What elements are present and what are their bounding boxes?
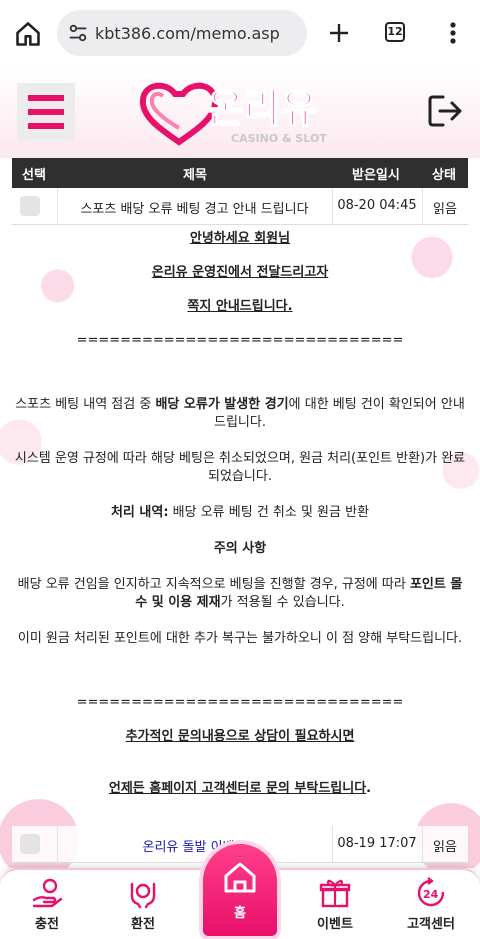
table-row[interactable]: 스포츠 배당 오류 베팅 경고 안내 드립니다 08-20 04:45 읽음 bbox=[12, 188, 468, 225]
nav-label: 고객센터 bbox=[407, 917, 455, 932]
divider-bottom: ============================== bbox=[76, 695, 404, 710]
select-checkbox[interactable] bbox=[20, 196, 40, 216]
memo-panel: 선택 제목 받은일시 상태 스포츠 배당 오류 베팅 경고 안내 드립니다 08… bbox=[0, 158, 480, 868]
col-received: 받은일시 bbox=[352, 168, 400, 183]
intro-line: 온리유 운영진에서 전달드리고자 bbox=[151, 265, 329, 280]
memo-subject[interactable]: 스포츠 배당 오류 베팅 경고 안내 드립니다 bbox=[57, 198, 332, 217]
more-vert-icon[interactable] bbox=[446, 20, 460, 46]
logo-subtext: CASINO & SLOT bbox=[231, 132, 327, 145]
menu-icon[interactable] bbox=[17, 83, 75, 141]
logout-icon[interactable] bbox=[425, 91, 465, 131]
memo-subject[interactable]: 온리유 돌발 이벤트 bbox=[57, 836, 332, 855]
logo-wordmark: 온리유 bbox=[207, 86, 317, 132]
caution-title: 주의 사항 bbox=[213, 541, 267, 556]
url-text[interactable]: kbt386.com/memo.asp bbox=[95, 24, 280, 43]
tune-icon[interactable] bbox=[67, 22, 89, 44]
home-icon bbox=[224, 862, 256, 893]
select-checkbox[interactable] bbox=[20, 834, 40, 854]
col-status: 상태 bbox=[432, 168, 456, 183]
paragraph-3: 처리 내역: 배당 오류 베팅 건 취소 및 원금 반환 bbox=[110, 505, 370, 520]
memo-body: 안녕하세요 회원님 온리유 운영진에서 전달드리고자 쪽지 안내드립니다. ==… bbox=[14, 230, 466, 798]
deposit-icon bbox=[32, 878, 63, 908]
paragraph-2: 시스템 운영 규정에 따라 해당 베팅은 취소되었으며, 원금 처리(포인트 반… bbox=[14, 451, 466, 484]
contact-line-2: 언제든 홈페이지 고객센터로 문의 부탁드립니다. bbox=[108, 781, 372, 796]
nav-events[interactable]: 이벤트 bbox=[300, 876, 370, 932]
paragraph-4: 배당 오류 건임을 인지하고 지속적으로 베팅을 진행할 경우, 규정에 따라 … bbox=[17, 577, 463, 610]
nav-label: 홈 bbox=[234, 906, 246, 921]
address-bar[interactable]: kbt386.com/memo.asp bbox=[57, 10, 307, 56]
memo-date: 08-20 04:45 bbox=[337, 198, 417, 213]
brand-logo[interactable]: 온리유 CASINO & SLOT bbox=[135, 74, 347, 152]
nav-label: 충전 bbox=[35, 917, 59, 932]
nav-home[interactable]: 홈 bbox=[203, 844, 277, 936]
nav-label: 환전 bbox=[131, 917, 155, 932]
memo-date: 08-19 17:07 bbox=[337, 836, 417, 851]
paragraph-1: 스포츠 베팅 내역 점검 중 배당 오류가 발생한 경기에 대한 베팅 건이 확… bbox=[15, 397, 465, 430]
browser-toolbar: kbt386.com/memo.asp 12 bbox=[0, 0, 480, 66]
nav-label: 이벤트 bbox=[317, 917, 353, 932]
support-24-icon: 24 bbox=[417, 877, 445, 907]
divider-top: ============================== bbox=[76, 333, 404, 348]
paragraph-5: 이미 원금 처리된 포인트에 대한 추가 복구는 불가하오니 이 점 양해 부탁… bbox=[17, 631, 463, 646]
tabs-icon[interactable]: 12 bbox=[385, 22, 405, 42]
table-header: 선택 제목 받은일시 상태 bbox=[12, 158, 468, 188]
home-icon[interactable] bbox=[14, 20, 42, 48]
nav-support[interactable]: 24 고객센터 bbox=[396, 876, 466, 932]
memo-status: 읽음 bbox=[433, 840, 457, 855]
nav-deposit[interactable]: 충전 bbox=[12, 876, 82, 932]
intro-line-2: 쪽지 안내드립니다. bbox=[187, 299, 293, 314]
site-header: 온리유 CASINO & SLOT bbox=[0, 66, 480, 159]
memo-status: 읽음 bbox=[433, 202, 457, 217]
col-subject: 제목 bbox=[183, 168, 207, 183]
plus-icon[interactable] bbox=[327, 21, 351, 45]
bottom-nav: 충전 환전 홈 이벤트 24 고객센터 bbox=[0, 844, 480, 939]
col-select: 선택 bbox=[22, 168, 46, 183]
gift-icon bbox=[319, 879, 351, 908]
contact-line-1: 추가적인 문의내용으로 상담이 필요하시면 bbox=[125, 729, 355, 744]
withdraw-icon bbox=[130, 882, 156, 909]
greeting: 안녕하세요 회원님 bbox=[189, 231, 291, 246]
nav-withdraw[interactable]: 환전 bbox=[108, 876, 178, 932]
svg-text:24: 24 bbox=[423, 888, 439, 901]
